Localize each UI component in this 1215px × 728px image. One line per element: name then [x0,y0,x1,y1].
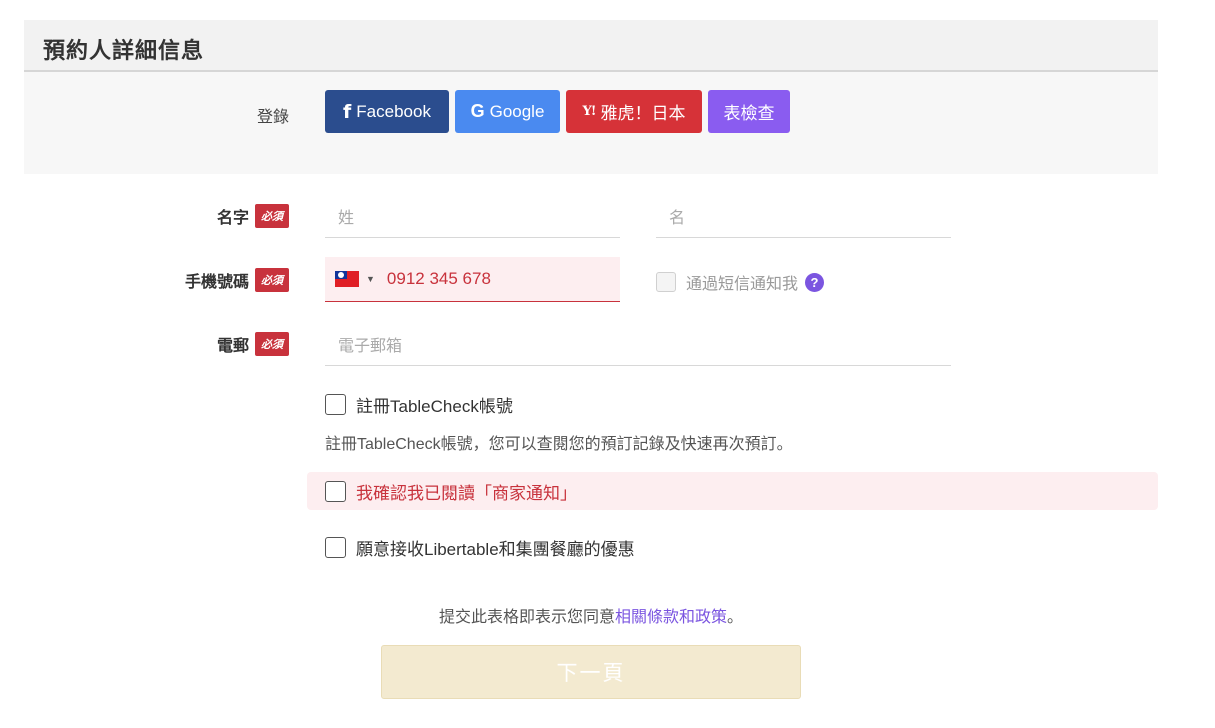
section-header: 預約人詳細信息 [24,20,1158,72]
phone-label-group: 手機號碼 必須 [185,268,289,292]
tablecheck-login-button[interactable]: 表檢查 [708,90,790,133]
phone-value: 0912 345 678 [386,269,491,288]
page-title: 預約人詳細信息 [43,38,205,63]
google-icon: G [470,101,485,121]
email-label-group: 電郵 必須 [217,332,289,356]
promo-checkbox[interactable] [325,537,346,558]
google-label: Google [489,101,545,121]
name-label-group: 名字 必須 [217,204,289,228]
email-input[interactable]: 電子郵箱 [325,322,951,366]
yahoo-login-button[interactable]: Y! 雅虎！日本 [566,90,702,133]
lastname-input[interactable]: 姓 [325,194,620,238]
chevron-down-icon[interactable]: ▼ [366,274,375,284]
required-badge: 必須 [255,268,289,292]
help-icon[interactable]: ? [805,272,825,292]
terms-prefix: 提交此表格即表示您同意 [438,609,615,626]
google-login-button[interactable]: G Google [455,90,560,133]
firstname-input[interactable]: 名 [656,194,951,238]
email-label: 電郵 [216,338,249,355]
register-description: 註冊TableCheck帳號，您可以查閱您的預訂記錄及快速再次預訂。 [325,436,793,453]
terms-link[interactable]: 相關條款和政策 [615,609,727,626]
promo-option: 願意接收Libertable和集團餐廳的優惠 [325,535,635,560]
sms-notify-checkbox[interactable] [656,272,676,292]
register-checkbox[interactable] [325,394,346,415]
yahoo-label: 雅虎！日本 [600,104,686,123]
name-label: 名字 [216,210,249,227]
phone-label: 手機號碼 [184,274,249,291]
lastname-placeholder: 姓 [338,209,355,227]
facebook-label: Facebook [356,101,431,121]
merchant-notice-checkbox[interactable] [325,481,346,502]
login-panel: 登錄 f Facebook G Google Y! 雅虎！日本 表檢查 [24,72,1158,174]
facebook-icon: f [343,100,352,123]
phone-input[interactable]: ▼ 0912 345 678 [325,257,620,302]
login-label: 登錄 [256,109,289,126]
merchant-notice-label: 我確認我已閱讀「商家通知」 [356,484,577,503]
next-page-button[interactable]: 下一頁 [381,645,801,699]
promo-label: 願意接收Libertable和集團餐廳的優惠 [356,540,635,559]
email-placeholder: 電子郵箱 [338,337,403,355]
register-label: 註冊TableCheck帳號 [356,397,513,416]
yahoo-icon: Y! [582,104,597,119]
required-badge: 必須 [255,204,289,228]
tablecheck-label: 表檢查 [723,104,775,123]
merchant-notice-option: 我確認我已閱讀「商家通知」 [325,479,577,504]
terms-text: 提交此表格即表示您同意相關條款和政策。 [0,603,1182,627]
terms-suffix: 。 [727,609,744,626]
register-option: 註冊TableCheck帳號 [325,392,513,417]
facebook-login-button[interactable]: f Facebook [325,90,449,133]
sms-notify-label: 通過短信通知我 [686,276,799,293]
required-badge: 必須 [255,332,289,356]
sms-notify-option: 通過短信通知我 ? [656,270,825,294]
taiwan-flag-icon[interactable] [335,271,359,287]
firstname-placeholder: 名 [669,209,686,227]
